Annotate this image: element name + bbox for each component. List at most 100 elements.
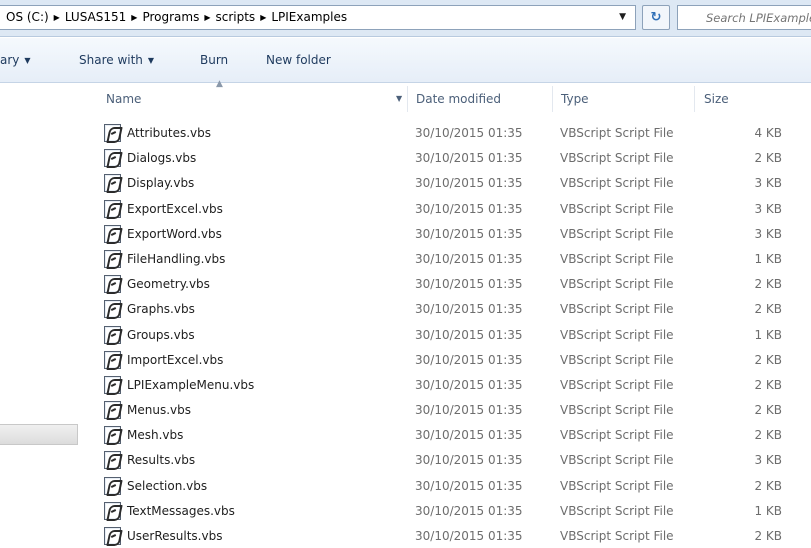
file-row[interactable]: FileHandling.vbs 30/10/2015 01:35 VBScript… [0, 247, 811, 272]
file-type: VBScript Script File [560, 453, 674, 468]
file-size: 2 KB [754, 428, 782, 443]
file-name: Attributes.vbs [127, 126, 212, 140]
file-type: VBScript Script File [560, 403, 674, 418]
file-row[interactable]: Menus.vbs 30/10/2015 01:35 VBScript Script… [0, 398, 811, 423]
breadcrumb-lpiexamples[interactable]: LPIExamples [271, 10, 347, 24]
file-size: 2 KB [754, 352, 782, 367]
column-filter-dropdown-icon[interactable]: ▼ [396, 84, 402, 114]
sort-ascending-icon: ▲ [216, 79, 223, 89]
column-divider[interactable] [407, 86, 408, 112]
file-row[interactable]: Selection.vbs 30/10/2015 01:35 VBScript Sc… [0, 474, 811, 499]
chevron-right-icon[interactable]: ▶ [54, 6, 60, 29]
file-name: ExportWord.vbs [127, 226, 222, 241]
file-type: VBScript Script File [560, 201, 674, 216]
share-with-button[interactable]: Share with ▼ [79, 50, 154, 70]
file-name: Results.vbs [127, 453, 196, 468]
vbscript-file-icon [104, 149, 121, 168]
refresh-button[interactable]: ↻ [642, 5, 670, 30]
file-name: Mesh.vbs [127, 428, 184, 443]
file-date-modified: 30/10/2015 01:35 [415, 277, 523, 292]
file-size: 1 KB [754, 251, 782, 266]
file-row[interactable]: Mesh.vbs 30/10/2015 01:35 VBScript Script … [0, 423, 811, 448]
file-list: Attributes.vbs 30/10/2015 01:35 VBScript S… [0, 121, 811, 548]
file-type: VBScript Script File [560, 478, 674, 493]
column-header-name[interactable]: Name [106, 84, 141, 114]
burn-button[interactable]: Burn [200, 50, 228, 70]
file-date-modified: 30/10/2015 01:35 [415, 226, 523, 241]
vbscript-file-icon [104, 174, 121, 193]
file-row[interactable]: TextMessages.vbs 30/10/2015 01:35 VBScript… [0, 499, 811, 524]
chevron-down-icon: ▼ [147, 56, 155, 65]
column-header-size[interactable]: Size [704, 84, 729, 114]
breadcrumb-drive[interactable]: OS (C:) [6, 10, 49, 24]
vbscript-file-icon [104, 527, 121, 545]
share-with-label: Share with [79, 53, 143, 67]
new-folder-button[interactable]: New folder [266, 50, 331, 70]
file-row[interactable]: ExportExcel.vbs 30/10/2015 01:35 VBScript … [0, 197, 811, 222]
file-date-modified: 30/10/2015 01:35 [415, 126, 523, 140]
file-name: LPIExampleMenu.vbs [127, 377, 255, 392]
include-in-library-button[interactable]: ary ▼ [0, 50, 31, 70]
file-date-modified: 30/10/2015 01:35 [415, 302, 523, 317]
file-row[interactable]: Geometry.vbs 30/10/2015 01:35 VBScript Scr… [0, 272, 811, 297]
file-type: VBScript Script File [560, 302, 674, 317]
search-input[interactable] [678, 6, 811, 29]
file-date-modified: 30/10/2015 01:35 [415, 201, 523, 216]
file-type: VBScript Script File [560, 428, 674, 443]
file-date-modified: 30/10/2015 01:35 [415, 327, 523, 342]
breadcrumb-scripts[interactable]: scripts [215, 10, 255, 24]
file-size: 2 KB [754, 403, 782, 418]
file-name: TextMessages.vbs [127, 503, 235, 518]
file-row[interactable]: UserResults.vbs 30/10/2015 01:35 VBScript … [0, 524, 811, 548]
search-box[interactable] [677, 5, 811, 30]
file-date-modified: 30/10/2015 01:35 [415, 377, 523, 392]
column-header-type[interactable]: Type [561, 84, 589, 114]
file-name: UserResults.vbs [127, 529, 223, 543]
vbscript-file-icon [104, 300, 121, 319]
column-divider[interactable] [552, 86, 553, 112]
file-row[interactable]: Attributes.vbs 30/10/2015 01:35 VBScript S… [0, 121, 811, 146]
file-name: Graphs.vbs [127, 302, 195, 317]
file-size: 3 KB [754, 201, 782, 216]
breadcrumb-lusas151[interactable]: LUSAS151 [65, 10, 126, 24]
file-type: VBScript Script File [560, 151, 674, 166]
address-bar[interactable]: OS (C:) ▶ LUSAS151 ▶ Programs ▶ scripts ▶ LPIExa… [0, 5, 636, 30]
file-date-modified: 30/10/2015 01:35 [415, 251, 523, 266]
vbscript-file-icon [104, 350, 121, 369]
address-history-dropdown-icon[interactable]: ▼ [619, 6, 626, 29]
column-divider[interactable] [694, 86, 695, 112]
file-name: Selection.vbs [127, 478, 208, 493]
file-name: Geometry.vbs [127, 277, 210, 292]
file-row[interactable]: ExportWord.vbs 30/10/2015 01:35 VBScript S… [0, 222, 811, 247]
file-size: 3 KB [754, 176, 782, 191]
chevron-right-icon[interactable]: ▶ [204, 6, 210, 29]
file-name: Display.vbs [127, 176, 195, 191]
file-date-modified: 30/10/2015 01:35 [415, 428, 523, 443]
chevron-right-icon[interactable]: ▶ [131, 6, 137, 29]
column-header-date-modified[interactable]: Date modified [416, 84, 501, 114]
vbscript-file-icon [104, 426, 121, 445]
file-row[interactable]: Display.vbs 30/10/2015 01:35 VBScript Scri… [0, 171, 811, 196]
file-type: VBScript Script File [560, 529, 674, 543]
file-size: 4 KB [754, 126, 782, 140]
file-row[interactable]: Results.vbs 30/10/2015 01:35 VBScript Scri… [0, 448, 811, 473]
vbscript-file-icon [104, 325, 121, 344]
file-name: ImportExcel.vbs [127, 352, 224, 367]
chevron-right-icon[interactable]: ▶ [260, 6, 266, 29]
file-size: 1 KB [754, 503, 782, 518]
file-row[interactable]: LPIExampleMenu.vbs 30/10/2015 01:35 VBScri… [0, 373, 811, 398]
file-date-modified: 30/10/2015 01:35 [415, 151, 523, 166]
file-name: ExportExcel.vbs [127, 201, 223, 216]
file-row[interactable]: Graphs.vbs 30/10/2015 01:35 VBScript Scrip… [0, 297, 811, 322]
file-size: 2 KB [754, 478, 782, 493]
vbscript-file-icon [104, 199, 121, 218]
file-row[interactable]: ImportExcel.vbs 30/10/2015 01:35 VBScript … [0, 348, 811, 373]
vbscript-file-icon [104, 124, 121, 142]
file-row[interactable]: Groups.vbs 30/10/2015 01:35 VBScript Scrip… [0, 323, 811, 348]
file-size: 3 KB [754, 226, 782, 241]
vbscript-file-icon [104, 401, 121, 420]
file-row[interactable]: Dialogs.vbs 30/10/2015 01:35 VBScript Scri… [0, 146, 811, 171]
breadcrumb-programs[interactable]: Programs [142, 10, 199, 24]
refresh-icon: ↻ [650, 10, 662, 25]
file-size: 2 KB [754, 277, 782, 292]
